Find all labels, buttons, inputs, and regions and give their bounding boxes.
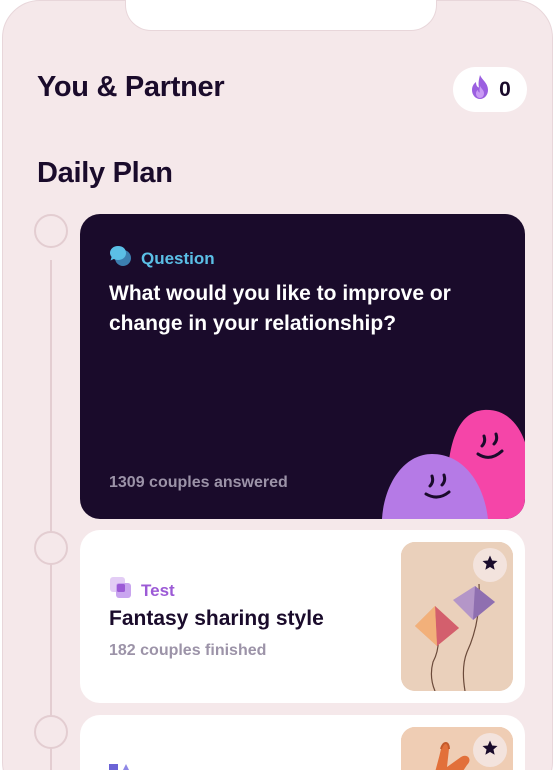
streak-badge[interactable]: 0: [453, 67, 527, 112]
timeline-dot-question: [34, 214, 68, 248]
device-notch: [125, 0, 437, 31]
test-finished-count: 182 couples finished: [109, 642, 267, 659]
streak-count: 0: [499, 77, 511, 101]
smiling-blobs-illustration: [382, 409, 525, 519]
timeline-line: [50, 260, 52, 770]
section-title: Daily Plan: [37, 157, 173, 189]
timeline-dot-test: [34, 531, 68, 565]
test-label-row: Test: [109, 576, 175, 605]
test-card[interactable]: Test Fantasy sharing style 182 couples f…: [80, 530, 525, 703]
star-icon: [481, 554, 499, 577]
favorite-button[interactable]: [473, 733, 507, 767]
timeline-dot-third: [34, 715, 68, 749]
test-squares-icon: [109, 576, 133, 605]
test-label: Test: [141, 580, 175, 600]
shapes-icon: [109, 761, 135, 770]
kites-image: [401, 542, 513, 691]
favorite-button[interactable]: [473, 548, 507, 582]
flame-icon: [469, 74, 491, 105]
page-title: You & Partner: [37, 71, 225, 103]
plan-card-third[interactable]: [80, 715, 525, 770]
question-card[interactable]: Question What would you like to improve …: [80, 214, 525, 519]
hand-image: [401, 727, 513, 770]
star-icon: [481, 739, 499, 762]
test-title: Fantasy sharing style: [109, 607, 324, 630]
